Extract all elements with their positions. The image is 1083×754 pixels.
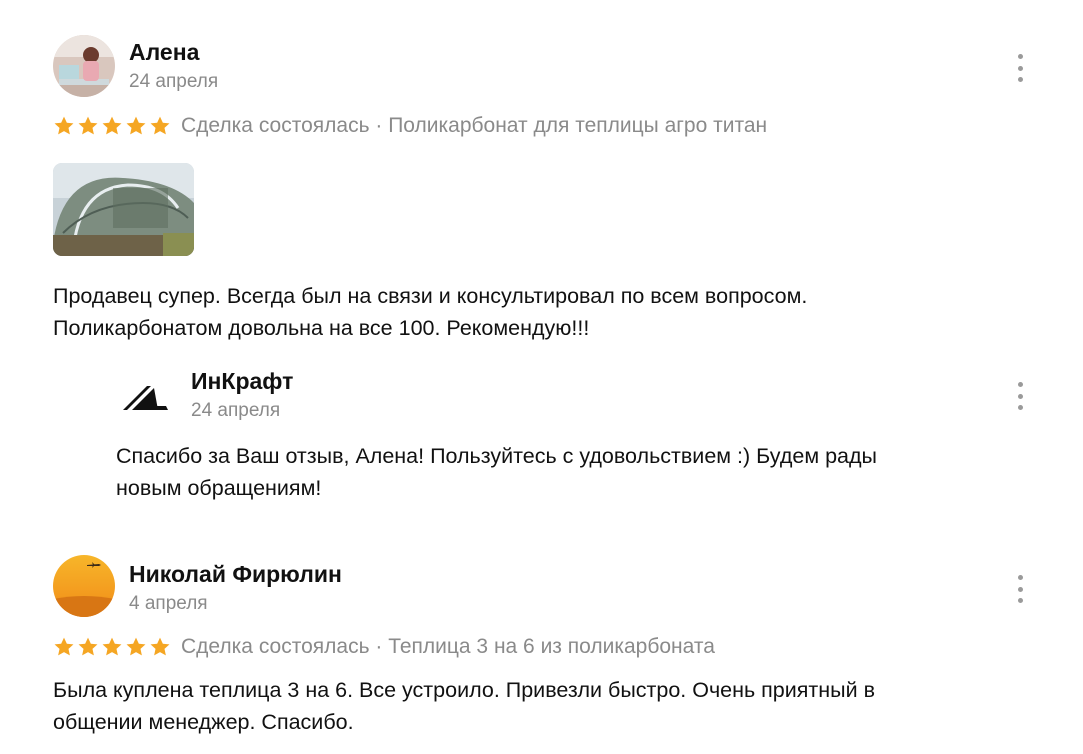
seller-logo[interactable] <box>116 364 178 426</box>
star-icon <box>126 116 146 135</box>
star-icon <box>54 637 74 656</box>
rating-stars <box>53 115 171 137</box>
reply-date: 24 апреля <box>191 400 281 421</box>
star-icon <box>150 637 170 656</box>
star-icon <box>102 637 122 656</box>
more-vertical-icon[interactable] <box>1010 382 1030 410</box>
text-line: Поликарбонатом довольна на все 100. Реко… <box>53 316 590 340</box>
review-photo[interactable] <box>53 163 194 256</box>
author-name[interactable]: Алена <box>129 39 199 66</box>
avatar[interactable] <box>53 35 115 97</box>
review-date: 4 апреля <box>129 593 208 614</box>
review-text: Была куплена теплица 3 на 6. Все устроил… <box>53 674 875 738</box>
rating-row: Сделка состоялась · Поликарбонат для теп… <box>53 114 767 138</box>
deal-info[interactable]: Сделка состоялась · Поликарбонат для теп… <box>181 114 767 138</box>
review-date: 24 апреля <box>129 71 219 92</box>
seller-name[interactable]: ИнКрафт <box>191 368 293 395</box>
text-line: общении менеджер. Спасибо. <box>53 710 354 734</box>
review-card: Алена 24 апреля Сделка состоялась · Поли… <box>0 0 1083 530</box>
more-vertical-icon[interactable] <box>1010 54 1030 82</box>
more-vertical-icon[interactable] <box>1010 575 1030 603</box>
rating-row: Сделка состоялась · Теплица 3 на 6 из по… <box>53 635 715 659</box>
star-icon <box>102 116 122 135</box>
text-line: Спасибо за Ваш отзыв, Алена! Пользуйтесь… <box>116 444 877 468</box>
avatar[interactable] <box>53 555 115 617</box>
star-icon <box>150 116 170 135</box>
text-line: Была куплена теплица 3 на 6. Все устроил… <box>53 678 875 702</box>
review-card: Николай Фирюлин 4 апреля Сделка состояла… <box>0 530 1083 754</box>
author-name[interactable]: Николай Фирюлин <box>129 561 342 588</box>
star-icon <box>78 637 98 656</box>
star-icon <box>126 637 146 656</box>
review-text: Продавец супер. Всегда был на связи и ко… <box>53 280 807 344</box>
star-icon <box>54 116 74 135</box>
deal-info[interactable]: Сделка состоялась · Теплица 3 на 6 из по… <box>181 635 715 659</box>
rating-stars <box>53 636 171 658</box>
text-line: Продавец супер. Всегда был на связи и ко… <box>53 284 808 308</box>
text-line: новым обращениям! <box>116 476 322 500</box>
reply-text: Спасибо за Ваш отзыв, Алена! Пользуйтесь… <box>116 440 877 504</box>
star-icon <box>78 116 98 135</box>
